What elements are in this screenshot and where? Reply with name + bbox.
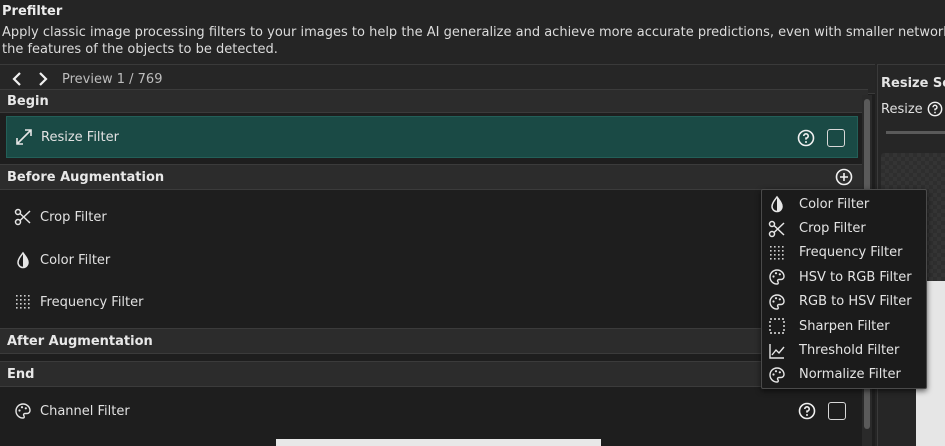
menu-item-threshold-filter[interactable]: Threshold Filter xyxy=(762,338,926,362)
section-before-augmentation: Before Augmentation xyxy=(0,164,868,190)
help-icon[interactable] xyxy=(927,101,943,117)
filter-row-color[interactable]: Color Filter xyxy=(6,239,858,281)
filter-pipeline-panel: Preview 1 / 769 Begin Resize Filter Befo… xyxy=(0,64,875,446)
menu-item-label: Color Filter xyxy=(799,196,870,212)
page-description: Apply classic image processing filters t… xyxy=(2,24,945,58)
filter-label: Channel Filter xyxy=(40,403,130,419)
help-icon[interactable] xyxy=(798,402,816,420)
add-filter-plus-icon[interactable] xyxy=(835,168,853,186)
scissors-icon xyxy=(14,208,32,226)
menu-item-color-filter[interactable]: Color Filter xyxy=(762,192,926,216)
resize-slider[interactable] xyxy=(886,131,945,134)
filter-row-resize[interactable]: Resize Filter xyxy=(6,116,858,158)
filter-label: Crop Filter xyxy=(40,209,107,225)
palette-icon xyxy=(768,293,786,311)
scissors-icon xyxy=(768,220,786,238)
settings-title: Resize Setti xyxy=(881,76,945,91)
help-icon[interactable] xyxy=(797,129,815,147)
description-line-1: Apply classic image processing filters t… xyxy=(2,25,945,40)
contrast-drop-icon xyxy=(768,195,786,213)
menu-item-hsv-to-rgb-filter[interactable]: HSV to RGB Filter xyxy=(762,265,926,289)
menu-item-label: Threshold Filter xyxy=(799,343,900,359)
section-after-augmentation: After Augmentation xyxy=(0,328,868,354)
menu-item-sharpen-filter[interactable]: Sharpen Filter xyxy=(762,314,926,338)
chevron-right-icon xyxy=(39,72,48,86)
dot-grid-icon xyxy=(768,244,786,262)
section-begin: Begin xyxy=(0,89,868,113)
dashed-square-icon xyxy=(768,317,786,335)
palette-icon xyxy=(768,366,786,384)
page-title: Prefilter xyxy=(2,4,63,19)
filter-row-crop[interactable]: Crop Filter xyxy=(6,196,858,238)
menu-item-frequency-filter[interactable]: Frequency Filter xyxy=(762,241,926,265)
filter-row-channel[interactable]: Channel Filter xyxy=(6,390,858,432)
resize-setting: Resize xyxy=(881,101,943,117)
preview-image-strip xyxy=(276,439,601,446)
menu-item-label: Normalize Filter xyxy=(799,367,901,383)
dot-grid-icon xyxy=(14,293,32,311)
preview-counter: Preview 1 / 769 xyxy=(62,71,163,87)
menu-item-label: Sharpen Filter xyxy=(799,318,890,334)
menu-item-label: Frequency Filter xyxy=(799,245,903,261)
palette-icon xyxy=(768,268,786,286)
contrast-drop-icon xyxy=(14,251,32,269)
filter-label: Resize Filter xyxy=(41,129,119,145)
description-line-2: the features of the objects to be detect… xyxy=(2,42,278,57)
filter-enable-checkbox[interactable] xyxy=(828,402,846,420)
menu-item-normalize-filter[interactable]: Normalize Filter xyxy=(762,363,926,387)
section-end: End xyxy=(0,361,868,387)
filter-row-frequency[interactable]: Frequency Filter xyxy=(6,281,858,323)
add-filter-menu: Color Filter Crop Filter Frequency Filte… xyxy=(761,189,927,389)
resize-arrows-icon xyxy=(15,128,33,146)
menu-item-label: RGB to HSV Filter xyxy=(799,294,912,310)
menu-item-label: Crop Filter xyxy=(799,221,866,237)
resize-label: Resize xyxy=(881,101,923,117)
palette-icon xyxy=(14,402,32,420)
menu-item-crop-filter[interactable]: Crop Filter xyxy=(762,216,926,240)
filter-enable-checkbox[interactable] xyxy=(827,129,845,147)
filter-label: Frequency Filter xyxy=(40,294,144,310)
menu-item-label: HSV to RGB Filter xyxy=(799,269,912,285)
menu-item-rgb-to-hsv-filter[interactable]: RGB to HSV Filter xyxy=(762,290,926,314)
filter-label: Color Filter xyxy=(40,252,111,268)
chevron-left-icon xyxy=(12,72,21,86)
line-chart-icon xyxy=(768,342,786,360)
